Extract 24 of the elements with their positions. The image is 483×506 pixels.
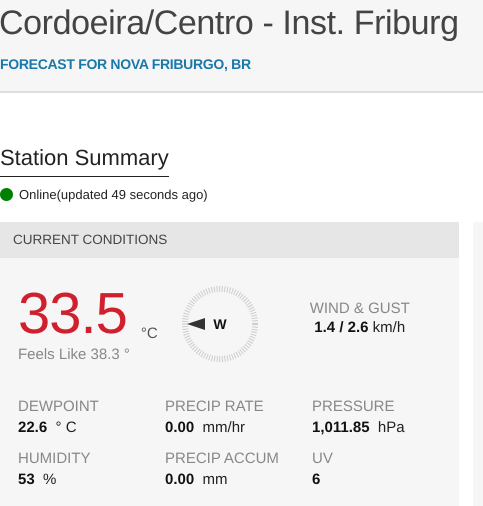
wind-value: 1.4 / 2.6 km/h: [313, 319, 406, 336]
stat-value: 22.6 ° C: [18, 419, 78, 436]
section-heading: Station Summary: [0, 144, 169, 177]
stat-value: 53 %: [18, 471, 58, 488]
stat-label: PRECIP RATE: [165, 398, 265, 415]
stat-label: DEWPOINT: [18, 398, 100, 415]
stat-label: PRESSURE: [312, 398, 396, 415]
stat-label: PRECIP ACCUM: [165, 450, 280, 467]
forecast-link[interactable]: FORECAST FOR NOVA FRIBURGO, BR: [0, 56, 251, 72]
stat-label: UV: [312, 450, 334, 467]
status-text: Online(updated 49 seconds ago): [19, 187, 208, 202]
wind-direction: W: [213, 316, 226, 332]
temperature-value: 33.5: [18, 284, 127, 344]
station-title: Cordoeira/Centro - Inst. Friburg: [0, 3, 459, 44]
card-header: CURRENT CONDITIONS: [0, 222, 459, 258]
wind-label: WIND & GUST: [310, 300, 410, 317]
stat-value: 0.00 mm/hr: [165, 419, 246, 436]
stat-value: 6: [312, 471, 322, 488]
feels-like-text: Feels Like 38.3 °: [18, 346, 131, 363]
stat-value: 1,011.85 hPa: [312, 419, 406, 436]
wind-arrow-icon: [186, 318, 205, 330]
stat-value: 0.00 mm: [165, 471, 229, 488]
stat-label: HUMIDITY: [18, 450, 92, 467]
temperature-unit: °C: [140, 325, 158, 342]
